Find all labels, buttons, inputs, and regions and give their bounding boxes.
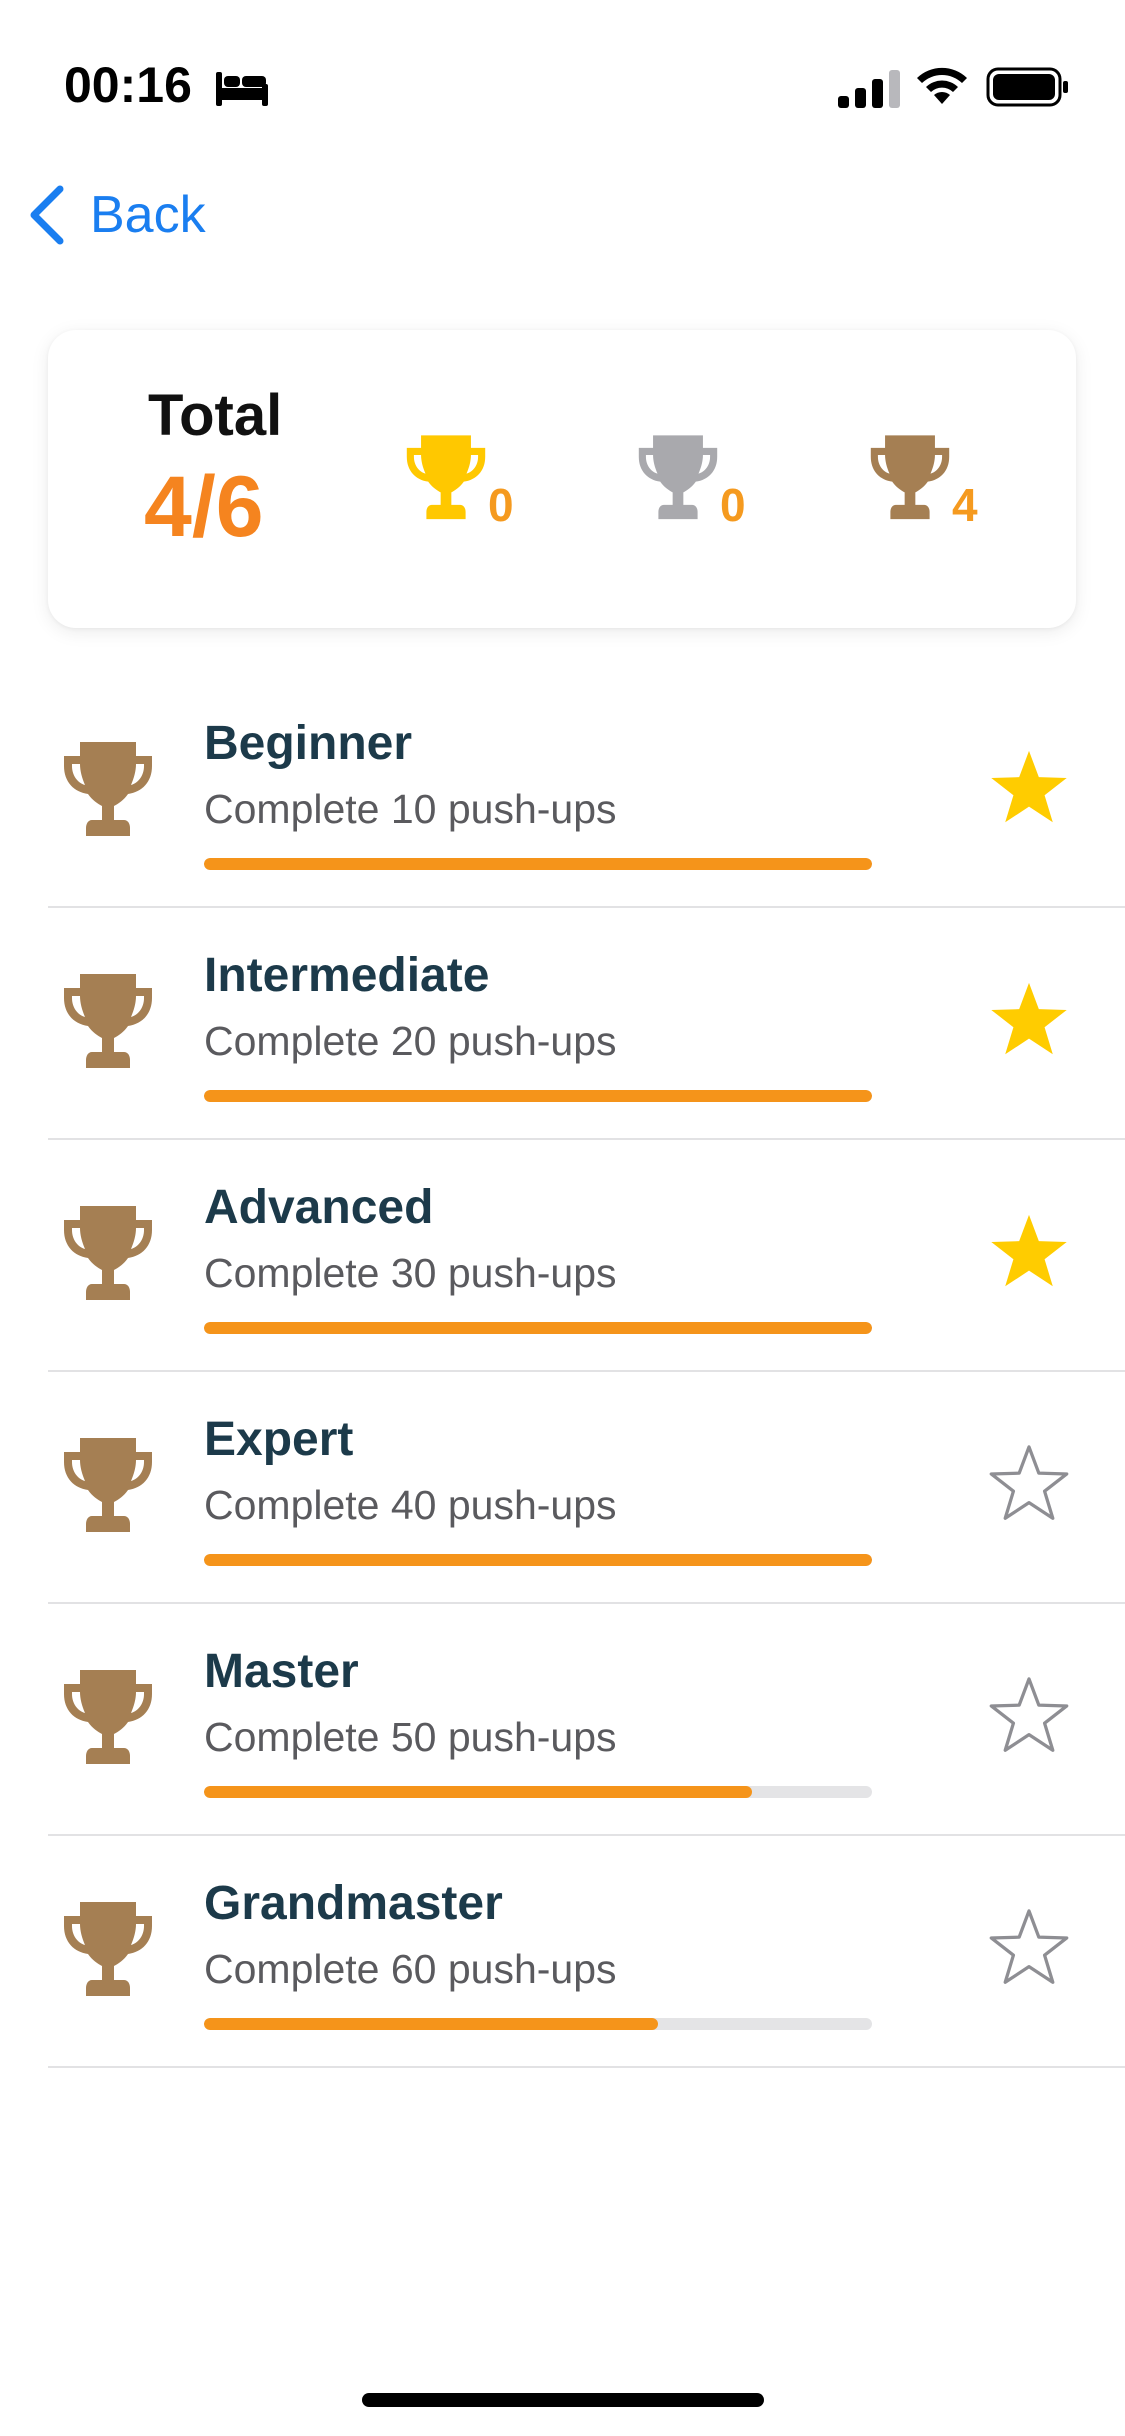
achievement-row-intermediate[interactable]: Intermediate Complete 20 push-ups [48, 908, 1125, 1140]
achievement-title: Expert [204, 1413, 354, 1466]
achievement-progress-fill [204, 1786, 752, 1798]
wifi-icon [917, 67, 967, 104]
achievement-progress-bar [204, 858, 872, 870]
gold-count: 0 [488, 479, 514, 531]
silver-count: 0 [720, 479, 746, 531]
achievement-progress-fill [204, 858, 872, 870]
star-outline-icon[interactable] [988, 1442, 1070, 1524]
achievement-title: Master [204, 1645, 359, 1698]
achievement-progress-fill [204, 1322, 872, 1334]
achievement-row-grandmaster[interactable]: Grandmaster Complete 60 push-ups [48, 1836, 1125, 2068]
achievement-row-advanced[interactable]: Advanced Complete 30 push-ups [48, 1140, 1125, 1372]
battery-icon [986, 67, 1068, 107]
gold-trophy-stat: 0 [400, 430, 514, 540]
cellular-signal-icon [838, 70, 900, 108]
back-button[interactable]: Back [24, 180, 206, 250]
achievement-description: Complete 20 push-ups [204, 1018, 617, 1064]
total-value: 4/6 [144, 459, 264, 555]
bronze-trophy-stat: 4 [864, 430, 978, 540]
achievements-screen: 00:16 Back Total 4/6 0 0 4 Beginner Comp… [0, 0, 1125, 2436]
status-time: 00:16 [64, 57, 192, 113]
star-filled-icon[interactable] [988, 1210, 1070, 1292]
total-label: Total [148, 383, 283, 448]
achievement-title: Intermediate [204, 949, 490, 1002]
star-filled-icon[interactable] [988, 978, 1070, 1060]
silver-trophy-icon [638, 435, 718, 520]
summary-card: Total 4/6 0 0 4 [48, 330, 1076, 628]
star-filled-icon[interactable] [988, 746, 1070, 828]
achievement-title: Advanced [204, 1181, 434, 1234]
achievement-progress-bar [204, 1554, 872, 1566]
home-indicator [362, 2393, 764, 2407]
chevron-left-icon [30, 185, 64, 245]
achievement-title: Grandmaster [204, 1877, 503, 1930]
bronze-trophy-icon [64, 1670, 152, 1764]
achievement-row-beginner[interactable]: Beginner Complete 10 push-ups [48, 676, 1125, 908]
bronze-trophy-icon [64, 1438, 152, 1532]
star-outline-icon[interactable] [988, 1674, 1070, 1756]
achievement-progress-fill [204, 2018, 659, 2030]
achievement-progress-fill [204, 1554, 872, 1566]
achievement-description: Complete 60 push-ups [204, 1946, 617, 1992]
bronze-trophy-icon [64, 1902, 152, 1996]
back-label: Back [90, 186, 206, 244]
bronze-count: 4 [952, 479, 978, 531]
bronze-trophy-icon [64, 742, 152, 836]
bed-icon [216, 72, 268, 106]
bronze-trophy-icon [64, 974, 152, 1068]
achievement-progress-bar [204, 1786, 872, 1798]
achievement-description: Complete 50 push-ups [204, 1714, 617, 1760]
bronze-trophy-icon [64, 1206, 152, 1300]
achievements-list: Beginner Complete 10 push-ups Intermedia… [0, 676, 1125, 2068]
achievement-row-expert[interactable]: Expert Complete 40 push-ups [48, 1372, 1125, 1604]
achievement-progress-bar [204, 1322, 872, 1334]
achievement-description: Complete 10 push-ups [204, 786, 617, 832]
achievement-description: Complete 30 push-ups [204, 1250, 617, 1296]
achievement-progress-bar [204, 2018, 872, 2030]
status-bar: 00:16 [0, 0, 1125, 140]
achievement-description: Complete 40 push-ups [204, 1482, 617, 1528]
achievement-title: Beginner [204, 717, 413, 770]
achievement-row-master[interactable]: Master Complete 50 push-ups [48, 1604, 1125, 1836]
achievement-progress-fill [204, 1090, 872, 1102]
star-outline-icon[interactable] [988, 1906, 1070, 1988]
silver-trophy-stat: 0 [632, 430, 746, 540]
gold-trophy-icon [406, 435, 486, 520]
achievement-progress-bar [204, 1090, 872, 1102]
bronze-trophy-icon [870, 435, 950, 520]
